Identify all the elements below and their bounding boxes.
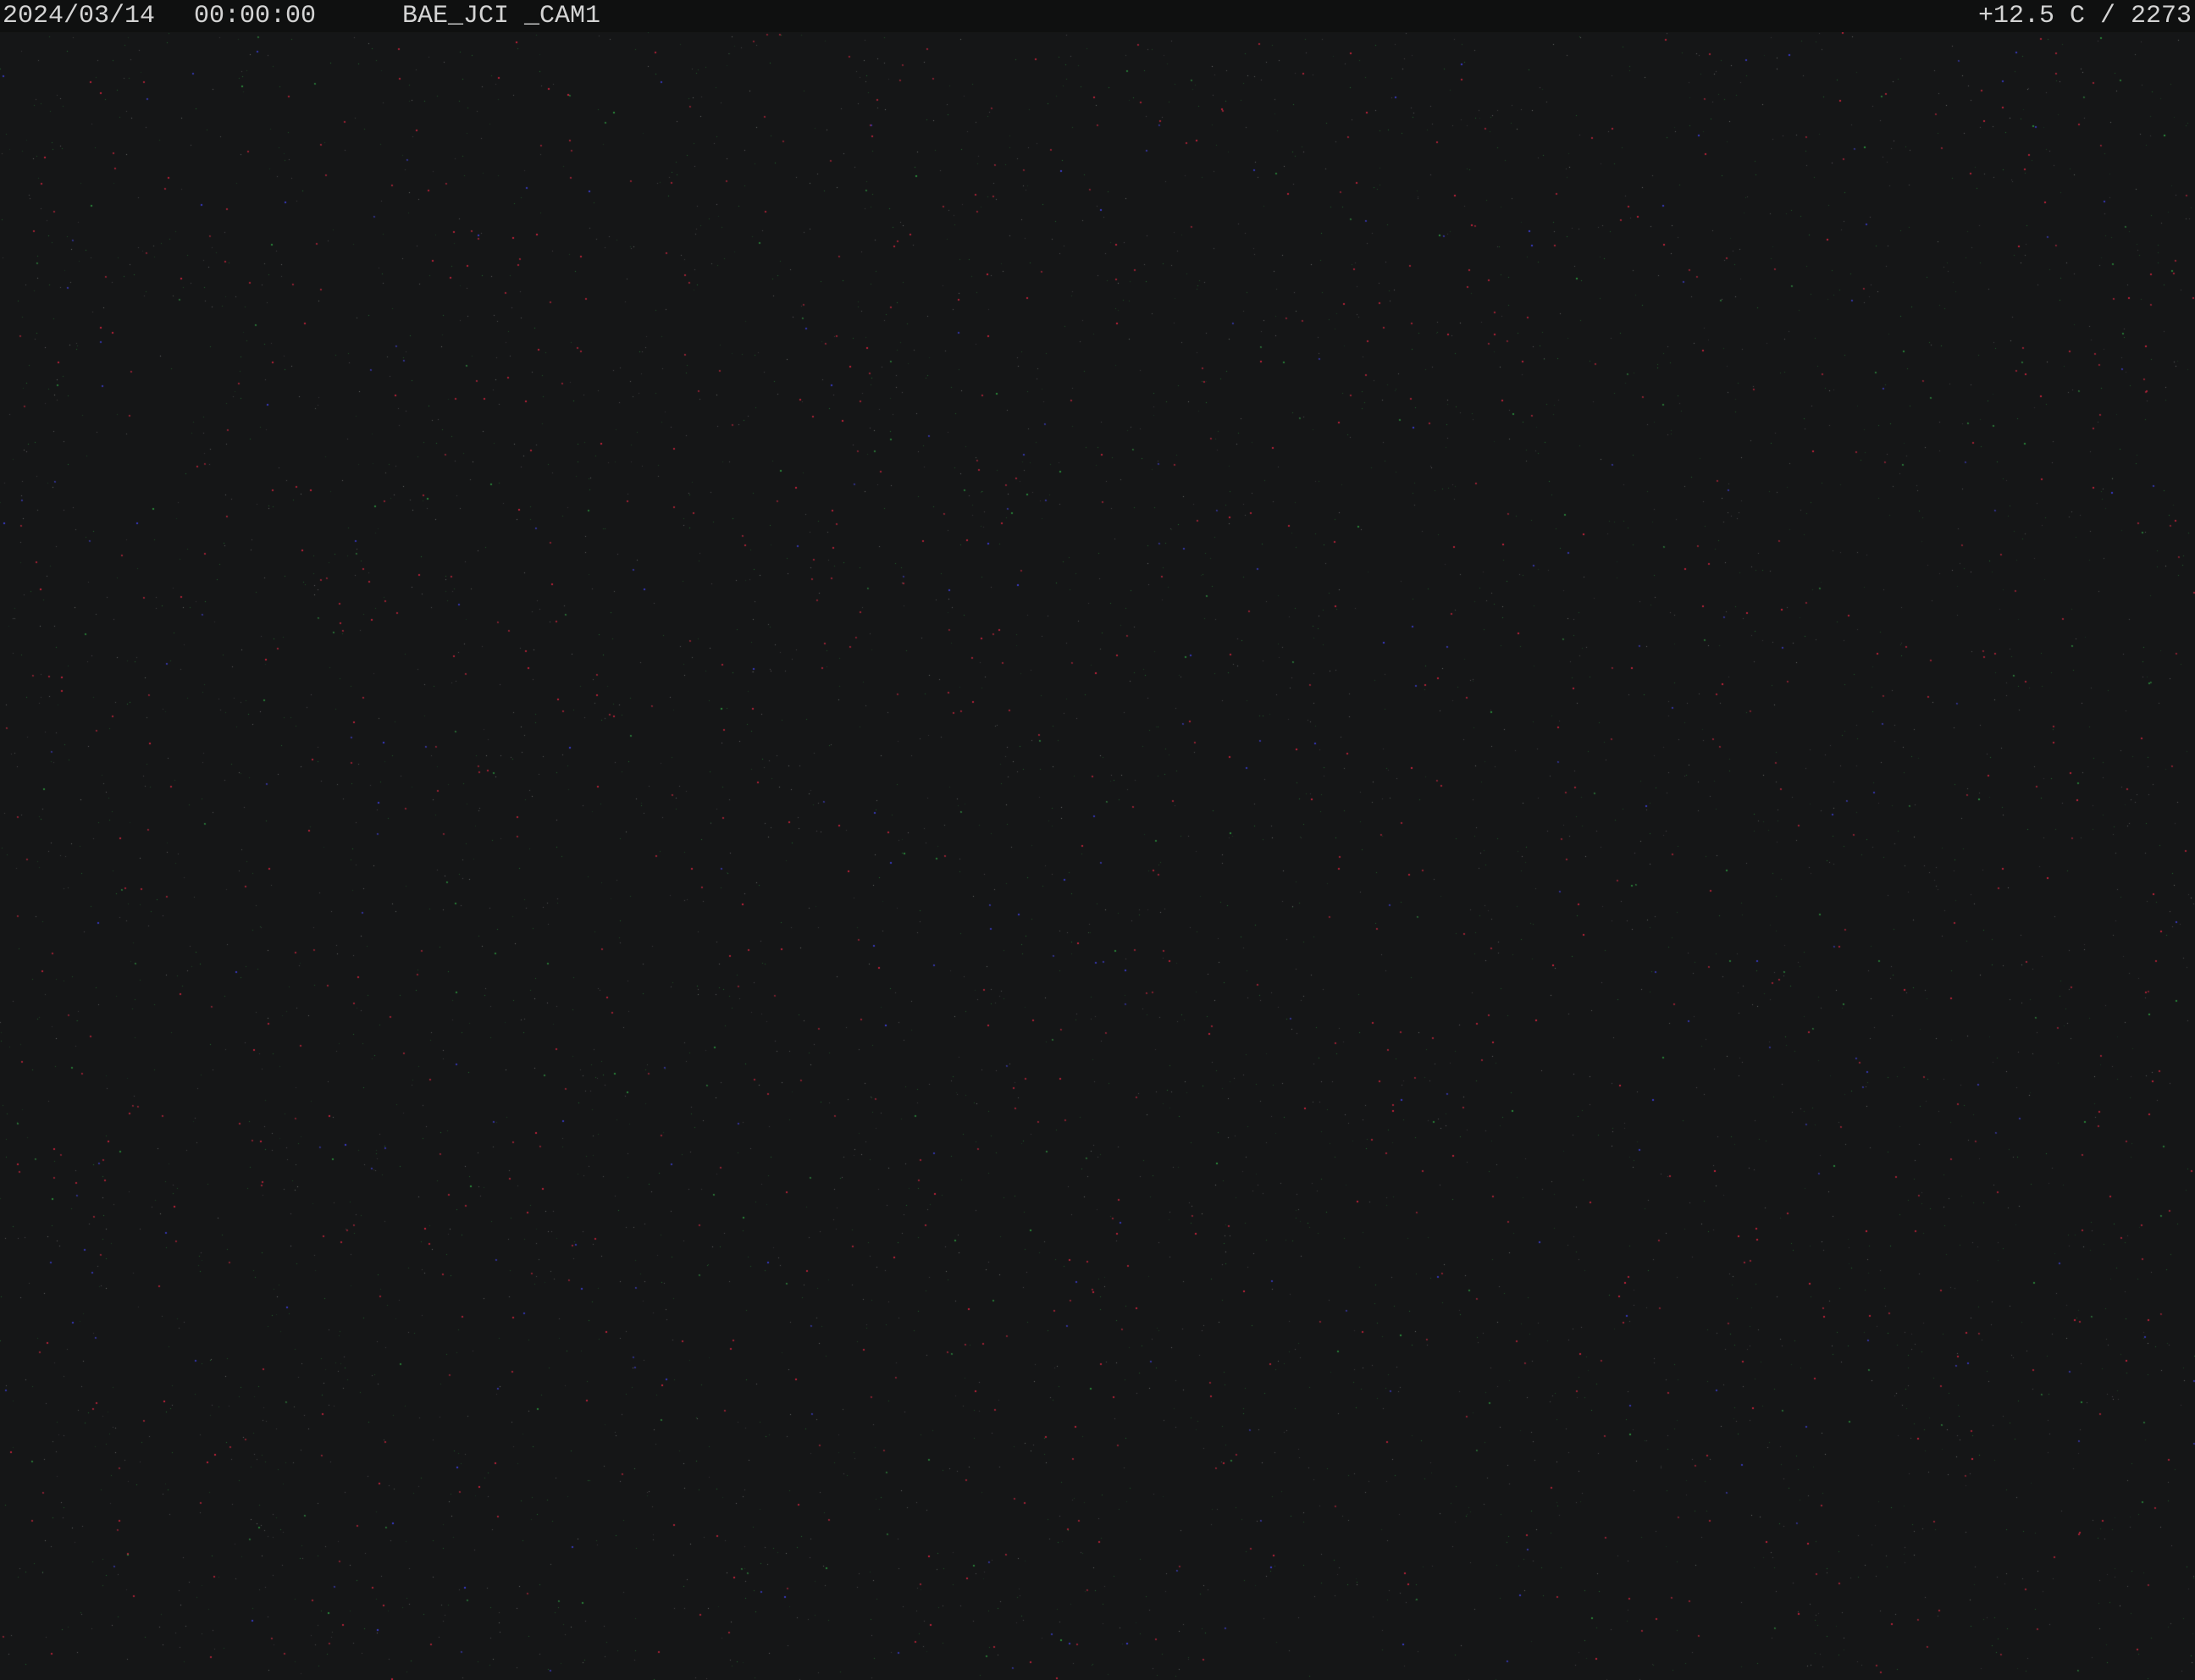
overlay-time: 00:00:00 [194, 2, 317, 30]
overlay-date: 2024/03/14 [3, 2, 156, 30]
camera-frame: 2024/03/14 00:00:00 BAE_JCI _CAM1 +12.5 … [0, 0, 2195, 1680]
sensor-noise-image [0, 32, 2195, 1680]
overlay-sensor-readout: +12.5 C / 2273 [1977, 2, 2192, 30]
overlay-camera-id: BAE_JCI _CAM1 [402, 2, 601, 30]
timestamp-overlay: 2024/03/14 00:00:00 BAE_JCI _CAM1 +12.5 … [0, 0, 2195, 32]
